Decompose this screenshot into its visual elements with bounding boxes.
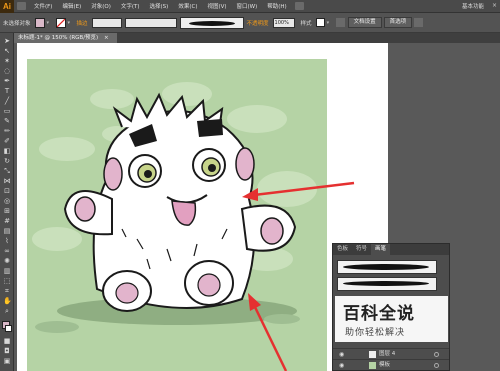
arrow-head-lower xyxy=(248,293,261,311)
type-tool-icon[interactable]: T xyxy=(3,87,11,95)
fill-dropdown-icon[interactable]: ▾ xyxy=(47,18,53,28)
layer-row[interactable]: ◉ 图层 4 xyxy=(333,348,449,359)
color-mode-icon[interactable]: ■ xyxy=(3,337,11,345)
watermark-title: 百科全说 xyxy=(343,304,415,324)
lasso-tool-icon[interactable]: ◌ xyxy=(3,67,11,75)
eraser-tool-icon[interactable]: ◧ xyxy=(3,147,11,155)
tab-brushes[interactable]: 画笔 xyxy=(371,244,391,255)
document-tab[interactable]: 未标题-1* @ 150% (RGB/预览) × xyxy=(14,33,117,43)
app-logo: Ai xyxy=(0,0,14,13)
shape-builder-tool-icon[interactable]: ◎ xyxy=(3,197,11,205)
close-window-button[interactable]: × xyxy=(491,2,498,10)
close-document-icon[interactable]: × xyxy=(104,35,109,41)
opacity-label[interactable]: 不透明度 xyxy=(247,19,269,27)
bridge-icon[interactable] xyxy=(17,2,26,10)
selection-tool-icon[interactable]: ➤ xyxy=(3,37,11,45)
paintbrush-tool-icon[interactable]: ✎ xyxy=(3,117,11,125)
drawing-mode-icon[interactable]: ◘ xyxy=(3,347,11,355)
brush-item[interactable] xyxy=(337,260,437,274)
menu-bar: Ai 文件(F) 编辑(E) 对象(O) 文字(T) 选择(S) 效果(C) 视… xyxy=(0,0,500,13)
stroke-color-icon[interactable] xyxy=(5,325,12,332)
zoom-tool-icon[interactable]: ⌕ xyxy=(3,307,11,315)
screen-mode-icon[interactable]: ▣ xyxy=(3,357,11,365)
watermark: 百科全说 助你轻松解决 xyxy=(335,296,448,342)
document-setup-button[interactable]: 文档设置 xyxy=(347,17,382,28)
menu-object[interactable]: 对象(O) xyxy=(86,2,116,10)
selection-status: 未选择对象 xyxy=(3,20,31,27)
arrange-documents-icon[interactable] xyxy=(294,2,304,10)
menu-file[interactable]: 文件(F) xyxy=(29,2,57,10)
layer-name[interactable]: 模板 xyxy=(379,360,390,370)
recolor-icon[interactable] xyxy=(335,18,345,27)
pencil-tool-icon[interactable]: ✏ xyxy=(3,127,11,135)
artboard-tool-icon[interactable]: ⬚ xyxy=(3,277,11,285)
scale-tool-icon[interactable]: ⤡ xyxy=(3,167,11,175)
arrow-to-fur xyxy=(253,181,355,197)
style-label: 样式 xyxy=(300,20,312,27)
menu-select[interactable]: 选择(S) xyxy=(145,2,174,10)
line-tool-icon[interactable]: ╱ xyxy=(3,97,11,105)
stroke-dropdown-icon[interactable]: ▾ xyxy=(68,18,74,28)
tools-panel: ➤ ↖ ✶ ◌ ✒ T ╱ ▭ ✎ ✏ ✐ ◧ ↻ ⤡ ⋈ ⊡ ◎ ⊞ # ▤ … xyxy=(0,33,14,371)
layer-name[interactable]: 图层 4 xyxy=(379,349,395,359)
opacity-field[interactable]: 100% xyxy=(272,17,295,28)
menu-help[interactable]: 帮助(H) xyxy=(262,2,291,10)
width-tool-icon[interactable]: ⋈ xyxy=(3,177,11,185)
variable-width-field[interactable] xyxy=(124,17,177,28)
stroke-weight-field[interactable] xyxy=(91,17,122,28)
panel-tabs: 色板 符号 画笔 xyxy=(333,244,449,255)
brush-stroke-preview xyxy=(343,264,429,270)
pen-tool-icon[interactable]: ✒ xyxy=(3,77,11,85)
symbol-sprayer-tool-icon[interactable]: ✺ xyxy=(3,257,11,265)
tab-swatches[interactable]: 色板 xyxy=(333,244,352,255)
stroke-swatch[interactable] xyxy=(55,17,66,28)
brush-item[interactable] xyxy=(337,277,437,291)
menu-window[interactable]: 窗口(W) xyxy=(232,2,263,10)
layer-target-icon[interactable] xyxy=(434,363,439,368)
stroke-label[interactable]: 描边 xyxy=(77,19,88,27)
rotate-tool-icon[interactable]: ↻ xyxy=(3,157,11,165)
layer-thumbnail xyxy=(369,362,376,369)
hand-tool-icon[interactable]: ✋ xyxy=(3,297,12,305)
layer-target-icon[interactable] xyxy=(434,352,439,357)
visibility-eye-icon[interactable]: ◉ xyxy=(339,361,344,371)
mesh-tool-icon[interactable]: # xyxy=(3,217,11,225)
document-tab-bar: 未标题-1* @ 150% (RGB/预览) × xyxy=(14,33,500,43)
blend-tool-icon[interactable]: ∞ xyxy=(3,247,11,255)
watermark-subtitle: 助你轻松解决 xyxy=(345,328,406,338)
gradient-tool-icon[interactable]: ▤ xyxy=(3,227,11,235)
magic-wand-tool-icon[interactable]: ✶ xyxy=(3,57,11,65)
menu-edit[interactable]: 编辑(E) xyxy=(57,2,86,10)
control-bar: 未选择对象 ▾ ▾ 描边 不透明度 100% 样式 ▾ 文档设置 首选项 xyxy=(0,13,500,33)
menu-type[interactable]: 文字(T) xyxy=(116,2,145,10)
document-title: 未标题-1* @ 150% (RGB/预览) xyxy=(18,35,99,41)
tab-symbols[interactable]: 符号 xyxy=(352,244,371,255)
style-swatch[interactable] xyxy=(315,18,325,27)
layer-row[interactable]: ◉ 模板 xyxy=(333,359,449,370)
rectangle-tool-icon[interactable]: ▭ xyxy=(3,107,11,115)
menu-view[interactable]: 视图(V) xyxy=(202,2,231,10)
layer-thumbnail xyxy=(369,351,376,358)
slice-tool-icon[interactable]: ⌗ xyxy=(3,287,11,295)
arrange-icon[interactable] xyxy=(414,18,424,27)
perspective-grid-tool-icon[interactable]: ⊞ xyxy=(3,207,11,215)
brush-stroke-preview xyxy=(343,281,429,286)
workspace-switcher[interactable]: 基本功能 xyxy=(462,2,484,10)
direct-selection-tool-icon[interactable]: ↖ xyxy=(3,47,11,55)
brush-definition-field[interactable] xyxy=(179,16,244,29)
blob-brush-tool-icon[interactable]: ✐ xyxy=(3,137,11,145)
graph-tool-icon[interactable]: ▥ xyxy=(3,267,11,275)
eyedropper-tool-icon[interactable]: ⌇ xyxy=(3,237,11,245)
preferences-button[interactable]: 首选项 xyxy=(383,17,413,28)
no-stroke-icon xyxy=(56,18,65,27)
free-transform-tool-icon[interactable]: ⊡ xyxy=(3,187,11,195)
style-dropdown-icon[interactable]: ▾ xyxy=(327,18,333,28)
fill-swatch[interactable] xyxy=(34,17,45,28)
arrow-to-shadow xyxy=(252,304,288,371)
menu-effect[interactable]: 效果(C) xyxy=(173,2,202,10)
arrow-head-upper xyxy=(242,188,258,201)
